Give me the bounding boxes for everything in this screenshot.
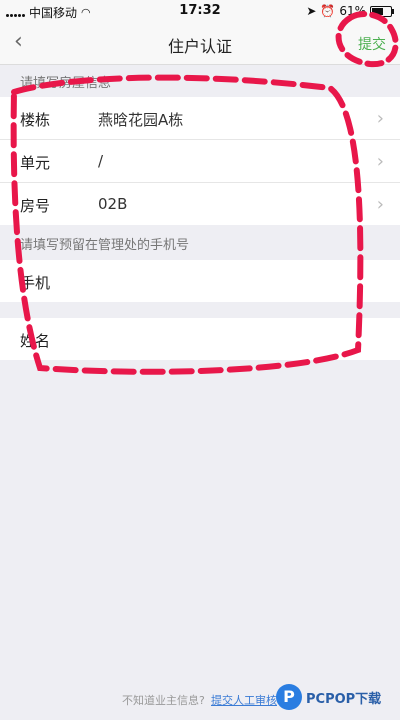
- phone-row: 手机: [0, 260, 400, 302]
- phone-section-label: 请填写预留在管理处的手机号: [20, 238, 190, 253]
- manual-review-link[interactable]: 提交人工审核: [211, 692, 277, 708]
- name-label: 姓名: [20, 332, 51, 350]
- battery-percent: 61%: [339, 4, 366, 18]
- unit-value: /: [98, 152, 104, 170]
- building-value: 燕晗花园A栋: [98, 111, 184, 129]
- building-row[interactable]: 楼栋 燕晗花园A栋 ›: [0, 97, 400, 140]
- room-value: 02B: [98, 195, 128, 213]
- alarm-icon: ⏰: [320, 4, 336, 18]
- page-title: 住户认证: [167, 37, 232, 56]
- watermark-text: PCPOP下载: [306, 692, 382, 707]
- name-group: 姓名: [0, 318, 400, 360]
- house-section-label: 请填写房屋信息: [20, 76, 112, 91]
- chevron-right-icon: ›: [376, 194, 384, 215]
- screen: 中国移动 ◠ 17:32 ➤ ⏰ 61% ‹ 住户认证 提交 请填写房屋信息 楼…: [0, 0, 400, 720]
- status-right: ➤ ⏰ 61%: [306, 4, 394, 18]
- submit-button[interactable]: 提交: [358, 34, 386, 54]
- watermark-logo-icon: P: [276, 684, 302, 710]
- watermark: P PCPOP下载: [276, 682, 400, 720]
- room-row[interactable]: 房号 02B ›: [0, 183, 400, 225]
- unit-label: 单元: [20, 154, 51, 172]
- house-info-group: 楼栋 燕晗花园A栋 › 单元 / › 房号 02B ›: [0, 97, 400, 225]
- nav-bar: ‹ 住户认证 提交: [0, 22, 400, 65]
- status-bar: 中国移动 ◠ 17:32 ➤ ⏰ 61%: [0, 0, 400, 22]
- unit-row[interactable]: 单元 / ›: [0, 140, 400, 183]
- battery-icon: [370, 5, 394, 17]
- chevron-right-icon: ›: [376, 108, 384, 129]
- phone-input[interactable]: [98, 270, 382, 294]
- location-icon: ➤: [306, 4, 317, 18]
- chevron-right-icon: ›: [376, 151, 384, 172]
- room-label: 房号: [20, 197, 51, 215]
- building-label: 楼栋: [20, 111, 51, 129]
- phone-label: 手机: [20, 274, 51, 292]
- name-row: 姓名: [0, 318, 400, 360]
- footer-hint: 不知道业主信息?: [122, 694, 205, 707]
- phone-group: 手机: [0, 260, 400, 302]
- name-input[interactable]: [98, 328, 382, 352]
